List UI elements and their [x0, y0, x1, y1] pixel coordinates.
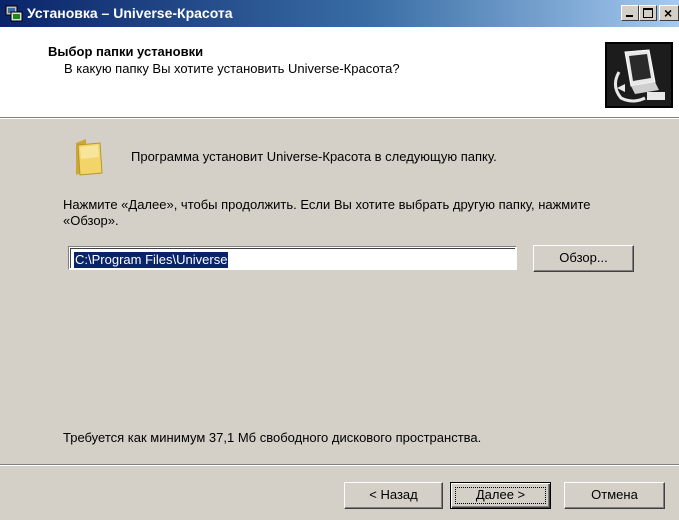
- installer-window: Установка – Universe-Красота × Выбор пап…: [0, 0, 679, 520]
- computer-install-icon: [605, 42, 673, 108]
- page-title: Выбор папки установки: [48, 44, 204, 59]
- disk-space-text: Требуется как минимум 37,1 Мб свободного…: [63, 430, 482, 445]
- folder-icon: [76, 139, 103, 176]
- minimize-button[interactable]: [621, 5, 639, 21]
- maximize-button[interactable]: [639, 5, 657, 21]
- browse-button[interactable]: Обзор...: [533, 245, 634, 272]
- setup-app-icon[interactable]: [5, 4, 23, 22]
- close-icon: ×: [664, 5, 673, 21]
- title-bar[interactable]: Установка – Universe-Красота ×: [0, 0, 679, 27]
- back-button[interactable]: < Назад: [344, 482, 443, 509]
- header-divider-highlight: [0, 118, 679, 119]
- wizard-header: Выбор папки установки В какую папку Вы х…: [0, 27, 679, 117]
- page-subtitle: В какую папку Вы хотите установить Unive…: [64, 61, 400, 76]
- install-path-value[interactable]: C:\Program Files\Universe: [74, 252, 229, 268]
- cancel-button[interactable]: Отмена: [564, 482, 665, 509]
- next-button[interactable]: Далее >: [450, 482, 551, 509]
- install-path-input[interactable]: C:\Program Files\Universe: [68, 246, 517, 270]
- install-destination-text: Программа установит Universe-Красота в с…: [131, 149, 497, 164]
- instruction-text: Нажмите «Далее», чтобы продолжить. Если …: [63, 197, 591, 228]
- footer-divider-highlight: [0, 465, 679, 466]
- install-path-field[interactable]: C:\Program Files\Universe: [70, 248, 515, 268]
- window-title: Установка – Universe-Красота: [27, 5, 233, 21]
- focus-rect: [455, 487, 546, 504]
- close-button[interactable]: ×: [659, 5, 679, 21]
